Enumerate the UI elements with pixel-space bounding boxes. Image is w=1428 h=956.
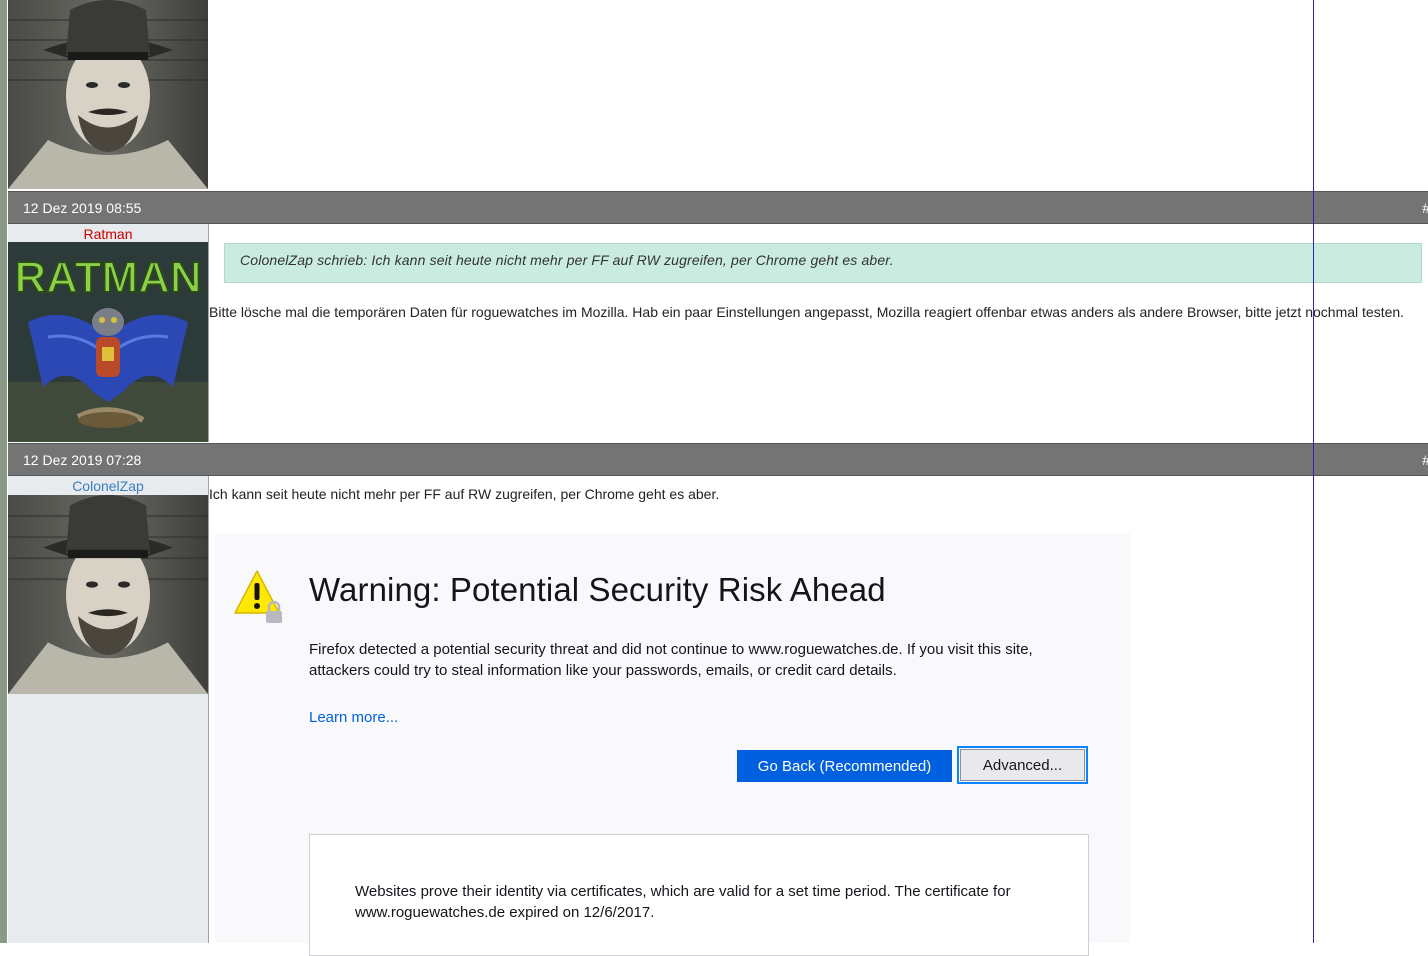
- learn-more-link[interactable]: Learn more...: [309, 709, 398, 726]
- post-permalink[interactable]: #: [1422, 200, 1428, 216]
- warning-lock-icon: [233, 569, 289, 630]
- warning-description: Firefox detected a potential security th…: [309, 641, 1033, 679]
- post-permalink[interactable]: #: [1422, 452, 1428, 468]
- advanced-button[interactable]: Advanced...: [957, 746, 1088, 784]
- post-body: Ich kann seit heute nicht mehr per FF au…: [209, 486, 720, 502]
- post-header: 12 Dez 2019 08:55 #: [8, 191, 1428, 224]
- username-ratman[interactable]: Ratman: [8, 226, 208, 242]
- avatar-colonelzap: [8, 495, 208, 694]
- avatar-ratman: RATMAN: [8, 242, 208, 442]
- post-date: 12 Dez 2019 08:55: [23, 200, 142, 216]
- avatar-colonelzap-top: [8, 0, 208, 189]
- go-back-button[interactable]: Go Back (Recommended): [737, 750, 952, 782]
- username-colonelzap[interactable]: ColonelZap: [8, 478, 208, 494]
- post-body: Bitte lösche mal die temporären Daten fü…: [209, 304, 1405, 320]
- warning-title: Warning: Potential Security Risk Ahead: [309, 571, 886, 608]
- firefox-warning-screenshot: Warning: Potential Security Risk Ahead F…: [215, 533, 1130, 956]
- certificate-explanation: Websites prove their identity via certif…: [355, 883, 1011, 921]
- avatar-logo-text: RATMAN: [14, 253, 201, 302]
- post-date: 12 Dez 2019 07:28: [23, 452, 142, 468]
- quote-block: ColonelZap schrieb: Ich kann seit heute …: [224, 243, 1422, 283]
- left-edge-strip: [0, 0, 7, 943]
- post-header: 12 Dez 2019 07:28 #: [8, 443, 1428, 476]
- quote-text: ColonelZap schrieb: Ich kann seit heute …: [240, 252, 894, 268]
- advanced-details-box: Websites prove their identity via certif…: [309, 834, 1089, 956]
- vertical-guide-line: [1313, 0, 1314, 943]
